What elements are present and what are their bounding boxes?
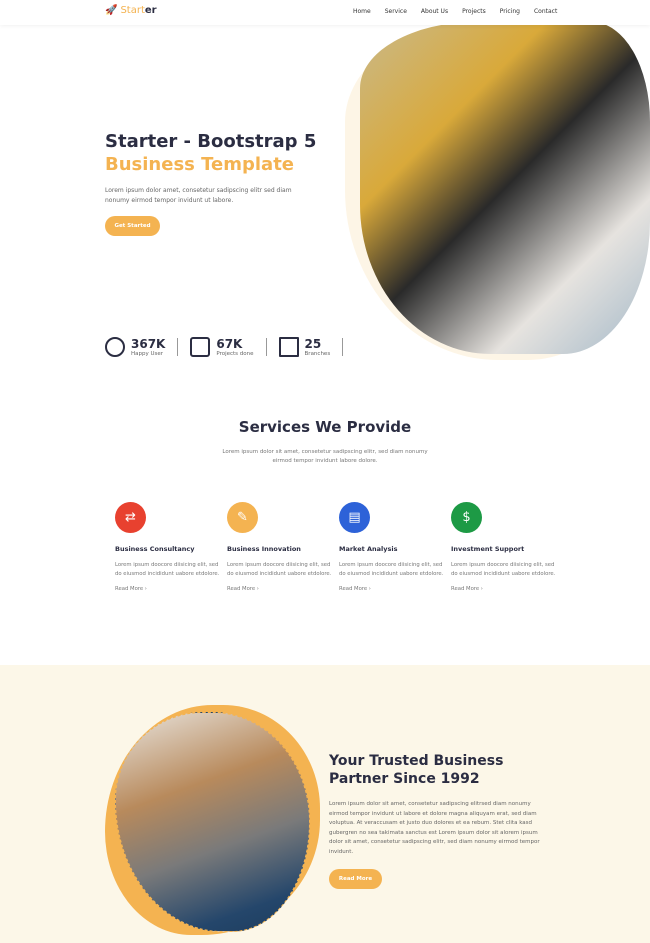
stat-branches: 25 Branches bbox=[278, 337, 344, 357]
consultancy-icon: ⇄ bbox=[115, 502, 146, 533]
read-more-link[interactable]: Read More › bbox=[339, 586, 449, 592]
smile-icon bbox=[105, 337, 125, 357]
services-title: Services We Provide bbox=[238, 418, 412, 436]
stats: 367K Happy User 67K Projects done 25 Branch… bbox=[105, 337, 355, 357]
nav-projects[interactable]: Projects bbox=[462, 8, 486, 15]
nav-home[interactable]: Home bbox=[353, 8, 371, 15]
read-more-button[interactable]: Read More bbox=[329, 869, 382, 889]
service-card: $ Investment Support Lorem ipsum doocore d… bbox=[451, 502, 561, 592]
read-more-link[interactable]: Read More › bbox=[115, 586, 225, 592]
money-plant-icon: $ bbox=[451, 502, 482, 533]
nav-pricing[interactable]: Pricing bbox=[500, 8, 520, 15]
nav-service[interactable]: Service bbox=[385, 8, 407, 15]
nav-about[interactable]: About Us bbox=[421, 8, 448, 15]
hero-text: Lorem ipsum dolor amet, consetetur sadip… bbox=[105, 187, 292, 204]
about-section bbox=[0, 665, 650, 943]
services-text: Lorem ipsum dolor sit amet, consetetur s… bbox=[222, 449, 428, 464]
hero-photo bbox=[360, 22, 650, 354]
rocket-icon: 🚀 bbox=[105, 5, 118, 16]
service-card: ⇄ Business Consultancy Lorem ipsum doocore… bbox=[115, 502, 225, 592]
stat-projects: 67K Projects done bbox=[190, 337, 267, 357]
hero-title: Starter - Bootstrap 5 Business Template bbox=[105, 131, 317, 175]
building-icon bbox=[278, 337, 299, 357]
chart-icon: ▤ bbox=[339, 502, 370, 533]
get-started-button[interactable]: Get Started bbox=[105, 216, 160, 236]
read-more-link[interactable]: Read More › bbox=[451, 586, 561, 592]
read-more-link[interactable]: Read More › bbox=[227, 586, 337, 592]
navbar: 🚀 Start er Home Service About Us Projects … bbox=[0, 0, 650, 25]
nav-contact[interactable]: Contact bbox=[534, 8, 557, 15]
logo[interactable]: 🚀 Start er bbox=[105, 5, 157, 16]
service-card: ▤ Market Analysis Lorem ipsum doocore diis… bbox=[339, 502, 449, 592]
stat-happy-user: 367K Happy User bbox=[105, 337, 179, 357]
service-card: ✎ Business Innovation Lorem ipsum doocore … bbox=[227, 502, 337, 592]
about-title: Your Trusted Business Partner Since 1992 bbox=[329, 753, 504, 787]
certificate-icon bbox=[190, 337, 211, 357]
about-text: Lorem ipsum dolor sit amet, consetetur s… bbox=[329, 801, 540, 855]
lightbulb-icon: ✎ bbox=[227, 502, 258, 533]
